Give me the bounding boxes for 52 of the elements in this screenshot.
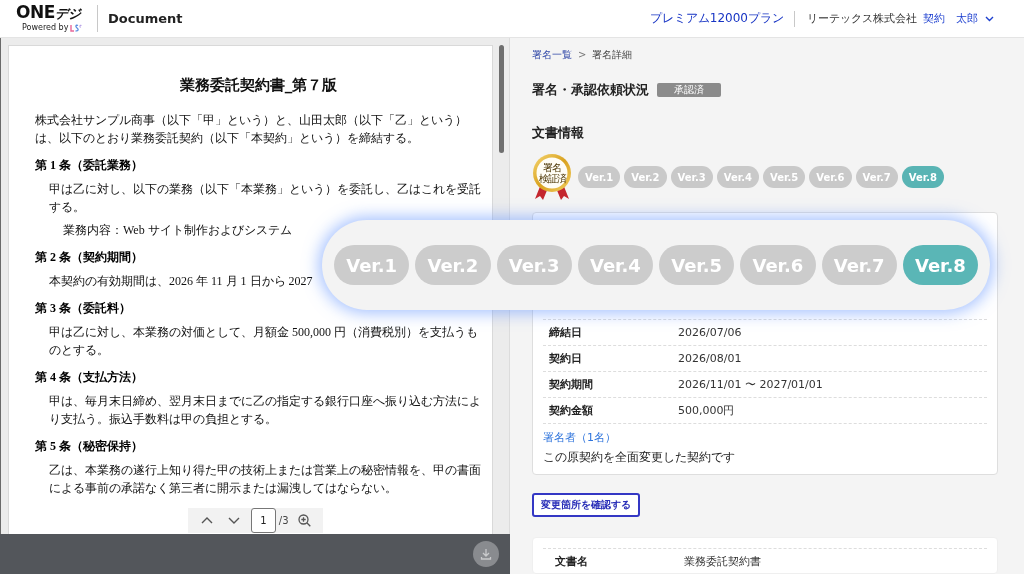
certification-seal: 署名 検証済 [532,154,572,200]
version-button[interactable]: Ver.8 [902,245,978,285]
logo-tagline: Powered by [22,23,69,33]
breadcrumb-link[interactable]: 署名一覧 [532,48,572,62]
field-value: 500,000円 [678,403,735,418]
field-value: 業務委託契約書 [684,554,761,569]
document-paragraph: 株式会社サンプル商事（以下「甲」という）と、山田太郎（以下「乙」という）は、以下のとおり業務委託契約（以下「本契約」という）を締結する。 [35,112,468,147]
download-icon [480,548,492,560]
field-label: 契約日 [549,351,583,366]
brand-logo: ONEデジ [16,4,81,22]
document-title: 業務委託契約書_第７版 [179,75,338,95]
article-heading: 第 2 条（契約期間） [35,249,143,266]
article-heading: 第 4 条（支払方法） [35,369,143,386]
view-changes-button[interactable]: 変更箇所を確認する [532,493,640,517]
scrollbar-thumb[interactable] [498,45,504,153]
field-label: 契約期間 [549,377,594,392]
chevron-down-icon [228,517,241,524]
zoom-in-icon [297,514,311,527]
page-count: /3 [278,515,289,526]
article-heading: 第 1 条（委託業務） [35,157,143,174]
document-paragraph: 本契約の有効期間は、2026 年 11 月 1 日から 2027 [49,273,313,290]
signers-link[interactable]: 署名者（1名） [543,430,616,445]
article-heading: 第 5 条（秘密保持） [35,438,143,455]
chevron-down-icon [985,15,994,22]
page-number-field[interactable]: 1 [250,508,276,533]
version-button[interactable]: Ver.8 [901,166,944,188]
app-title: Document [108,11,183,26]
plan-link[interactable]: プレミアム12000プラン [649,10,784,27]
field-value: 2026/08/01 [678,352,742,365]
document-paragraph: 業務内容：Web サイト制作およびシステム [63,222,292,239]
breadcrumb-current: 署名詳細 [592,48,633,62]
document-paragraph: 甲は乙に対し、以下の業務（以下「本業務」という）を委託し、乙はこれを受託する。 [49,181,482,216]
contract-link[interactable]: 契約 [923,11,945,26]
field-label: 締結日 [549,325,583,340]
page-heading: 署名・承認依頼状況 [532,81,649,99]
field-label: 契約金額 [549,403,594,418]
article-heading: 第 3 条（委託料） [35,300,131,317]
field-value: 2026/07/06 [678,326,742,339]
document-paragraph: 甲は、毎月末日締め、翌月末日までに乙の指定する銀行口座へ振り込む方法により支払う。振込手数料は甲の負担とする。 [49,393,482,428]
logo-mark-icon [70,24,83,32]
user-menu-button[interactable]: 太郎 [956,11,994,26]
document-paragraph: 甲は乙に対し、本業務の対価として、月額金 500,000 円（消費税別）を支払うものとする。 [49,324,479,359]
breadcrumb-separator: > [578,48,587,62]
document-paragraph: 乙は、本業務の遂行上知り得た甲の技術上または営業上の秘密情報を、甲の書面による事前の承諾なく第三者に開示または漏洩してはならない。 [49,462,482,497]
field-label: 文書名 [555,554,589,569]
contract-note: この原契約を全面変更した契約です [543,449,735,465]
field-value: 2026/11/01 〜 2027/01/01 [678,377,823,392]
download-button[interactable] [473,541,499,567]
status-badge: 承認済 [657,83,721,97]
chevron-up-icon [200,517,213,524]
company-name: リーテックス株式会社 [807,11,917,26]
section-heading: 文書情報 [532,124,584,142]
